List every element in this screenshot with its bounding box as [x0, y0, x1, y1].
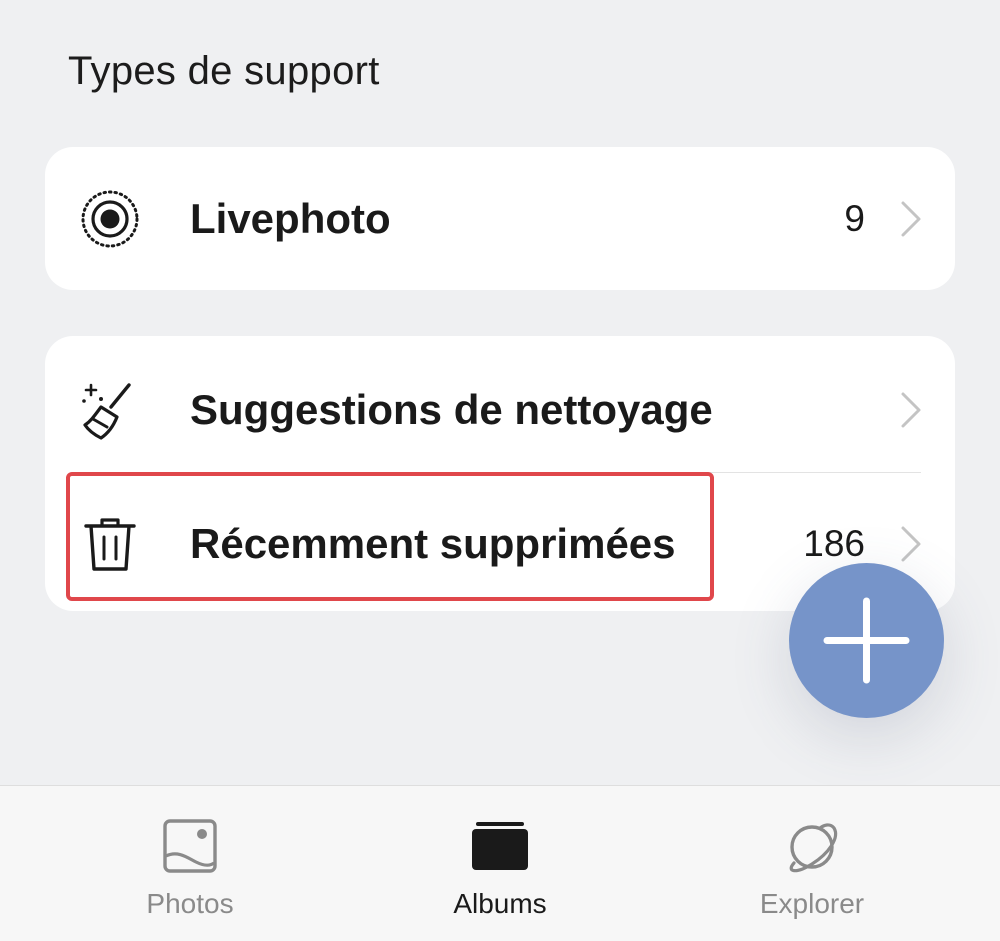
divider: [190, 472, 921, 473]
list-item-label: Livephoto: [190, 195, 391, 242]
albums-icon: [470, 816, 530, 876]
tab-label: Photos: [146, 888, 234, 919]
tab-albums[interactable]: Albums: [400, 786, 600, 941]
list-item-cleanup-suggestions[interactable]: Suggestions de nettoyage: [45, 342, 955, 478]
tab-label: Albums: [453, 888, 547, 919]
list-item-livephoto[interactable]: Livephoto 9: [45, 151, 955, 287]
chevron-right-icon: [897, 197, 925, 241]
add-button[interactable]: [789, 563, 944, 718]
list-item-label: Récemment supprimées: [190, 520, 676, 567]
tab-explorer[interactable]: Explorer: [712, 786, 912, 941]
media-types-card: Livephoto 9: [45, 147, 955, 290]
section-title: Types de support: [68, 49, 380, 93]
plus-icon: [823, 597, 910, 684]
broom-icon: [77, 377, 143, 443]
chevron-right-icon: [897, 522, 925, 566]
chevron-right-icon: [897, 388, 925, 432]
item-count: 186: [803, 523, 865, 564]
list-item-label: Suggestions de nettoyage: [190, 386, 713, 433]
tab-label: Explorer: [759, 888, 865, 919]
trash-icon: [77, 511, 143, 577]
planet-icon: [782, 816, 842, 876]
livephoto-icon: [77, 186, 143, 252]
tab-photos[interactable]: Photos: [90, 786, 290, 941]
bottom-tab-bar: Photos Albums Explorer: [0, 785, 1000, 941]
item-count: 9: [844, 198, 865, 239]
photo-icon: [160, 816, 220, 876]
